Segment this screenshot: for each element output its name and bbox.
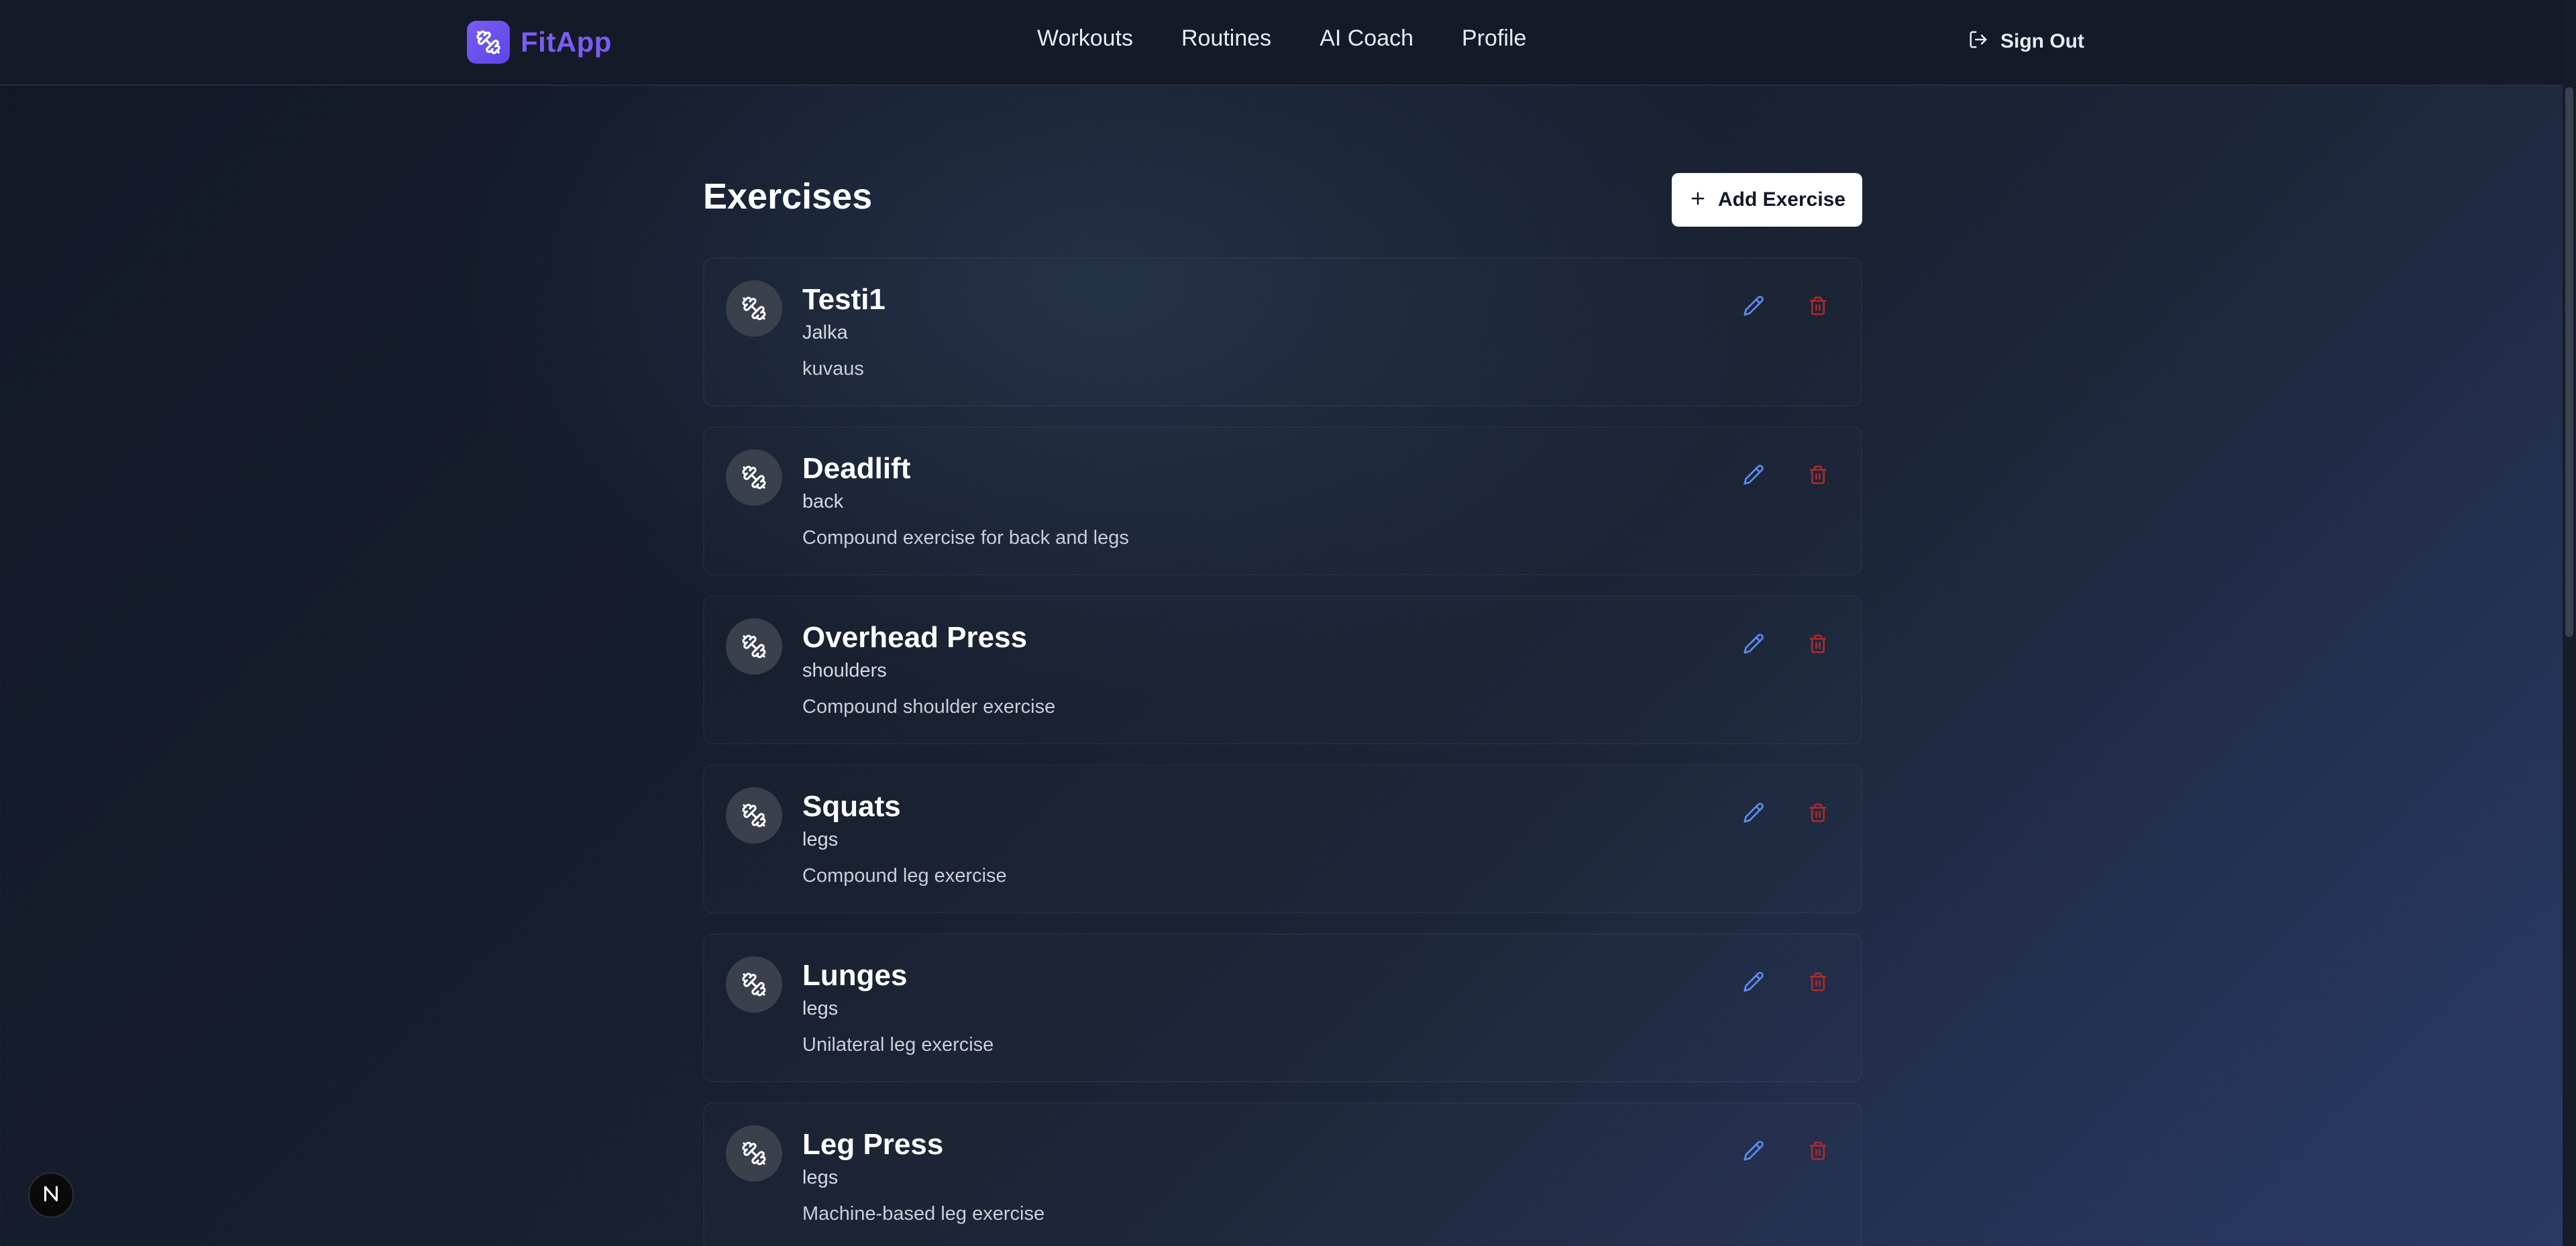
trash-icon — [1808, 634, 1828, 657]
pencil-icon — [1743, 971, 1764, 996]
exercise-description: kuvaus — [802, 358, 864, 380]
exercise-card: Overhead Press shoulders Compound shoulder… — [703, 596, 1862, 744]
pencil-icon — [1743, 802, 1764, 827]
pencil-icon — [1743, 1140, 1764, 1165]
dev-tools-badge[interactable] — [28, 1172, 74, 1218]
nav-ai-coach[interactable]: AI Coach — [1320, 25, 1413, 52]
delete-exercise-button[interactable] — [1799, 1133, 1837, 1171]
edit-exercise-button[interactable] — [1735, 457, 1772, 495]
add-exercise-button[interactable]: Add Exercise — [1672, 173, 1862, 227]
trash-icon — [1808, 803, 1828, 826]
scrollbar-thumb[interactable] — [2565, 87, 2573, 637]
exercise-name: Squats — [802, 790, 901, 823]
pencil-icon — [1743, 633, 1764, 658]
pencil-icon — [1743, 295, 1764, 320]
exercise-list: Testi1 Jalka kuvaus Deadlift back Compound ex… — [703, 258, 1862, 1246]
brand-name: FitApp — [521, 26, 612, 58]
top-navbar: FitApp Workouts Routines AI Coach Profil… — [0, 0, 2563, 86]
main-nav: Workouts Routines AI Coach Profile — [1037, 25, 1526, 52]
n-logo-icon — [40, 1182, 62, 1208]
exercise-card: Deadlift back Compound exercise for back a… — [703, 427, 1862, 575]
exercise-muscle-group: legs — [802, 829, 839, 850]
exercise-card: Testi1 Jalka kuvaus — [703, 258, 1862, 406]
edit-exercise-button[interactable] — [1735, 964, 1772, 1002]
exercise-muscle-group: legs — [802, 998, 839, 1019]
edit-exercise-button[interactable] — [1735, 1133, 1772, 1171]
trash-icon — [1808, 296, 1828, 319]
dumbbell-icon — [726, 787, 782, 844]
sign-out-label: Sign Out — [2000, 30, 2084, 52]
exercise-muscle-group: shoulders — [802, 660, 887, 681]
exercise-muscle-group: Jalka — [802, 322, 848, 343]
exercise-card: Leg Press legs Machine-based leg exercise — [703, 1102, 1862, 1246]
nav-routines[interactable]: Routines — [1181, 25, 1271, 52]
exercise-description: Compound shoulder exercise — [802, 696, 1056, 718]
add-exercise-label: Add Exercise — [1717, 188, 1846, 211]
trash-icon — [1808, 972, 1828, 995]
sign-out-button[interactable]: Sign Out — [1968, 30, 2084, 53]
delete-exercise-button[interactable] — [1799, 626, 1837, 664]
plus-icon — [1688, 189, 1707, 211]
exercise-card: Lunges legs Unilateral leg exercise — [703, 933, 1862, 1082]
delete-exercise-button[interactable] — [1799, 457, 1837, 495]
edit-exercise-button[interactable] — [1735, 795, 1772, 833]
delete-exercise-button[interactable] — [1799, 795, 1837, 833]
pencil-icon — [1743, 464, 1764, 489]
exercise-description: Compound leg exercise — [802, 865, 1007, 887]
delete-exercise-button[interactable] — [1799, 288, 1837, 326]
dumbbell-icon — [467, 21, 510, 64]
exercise-name: Overhead Press — [802, 621, 1028, 654]
trash-icon — [1808, 1141, 1828, 1164]
nav-profile[interactable]: Profile — [1462, 25, 1526, 52]
exercise-name: Leg Press — [802, 1128, 944, 1161]
edit-exercise-button[interactable] — [1735, 288, 1772, 326]
edit-exercise-button[interactable] — [1735, 626, 1772, 664]
exercise-card: Squats legs Compound leg exercise — [703, 764, 1862, 913]
page-title: Exercises — [703, 176, 873, 217]
exercise-muscle-group: legs — [802, 1167, 839, 1188]
dumbbell-icon — [726, 618, 782, 675]
dumbbell-icon — [726, 280, 782, 337]
dumbbell-icon — [726, 956, 782, 1013]
exercise-name: Testi1 — [802, 283, 885, 316]
exercise-description: Compound exercise for back and legs — [802, 527, 1129, 549]
trash-icon — [1808, 465, 1828, 488]
exercise-name: Lunges — [802, 959, 908, 992]
exercise-description: Unilateral leg exercise — [802, 1034, 994, 1056]
log-out-icon — [1968, 30, 1988, 53]
dumbbell-icon — [726, 1125, 782, 1182]
exercise-description: Machine-based leg exercise — [802, 1203, 1045, 1225]
delete-exercise-button[interactable] — [1799, 964, 1837, 1002]
brand-logo-link[interactable]: FitApp — [467, 20, 612, 64]
nav-workouts[interactable]: Workouts — [1037, 25, 1133, 52]
exercise-name: Deadlift — [802, 452, 911, 485]
exercise-muscle-group: back — [802, 491, 844, 512]
dumbbell-icon — [726, 449, 782, 506]
